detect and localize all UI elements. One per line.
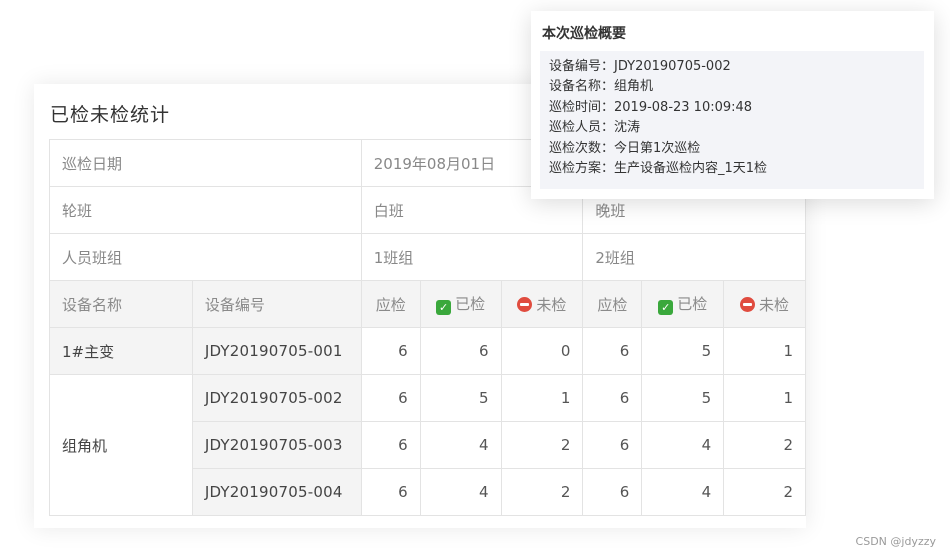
night-done-value: 4 [641, 421, 725, 469]
day-pending-value: 2 [500, 468, 584, 516]
red-minus-icon [517, 296, 533, 312]
device-code: JDY20190705-002 [191, 374, 362, 422]
night-due-value: 6 [582, 374, 643, 422]
inspection-summary-tooltip: 本次巡检概要 设备编号：JDY20190705-002 设备名称：组角机 巡检时… [531, 11, 934, 199]
group-label: 人员班组 [49, 233, 362, 281]
tooltip-inspection-plan: 巡检方案：生产设备巡检内容_1天1检 [549, 161, 768, 177]
day-done-value: 6 [419, 327, 502, 375]
day-pending-value: 1 [500, 374, 584, 422]
day-due-value: 6 [360, 374, 421, 422]
day-pending-value: 0 [500, 327, 584, 375]
card-title: 已检未检统计 [50, 104, 171, 126]
watermark: CSDN @jdyzzy [855, 535, 936, 548]
night-due-value: 6 [582, 468, 643, 516]
date-label: 巡检日期 [49, 139, 362, 187]
night-done-value: 5 [641, 327, 725, 375]
tooltip-inspector: 巡检人员：沈涛 [549, 120, 641, 136]
col-night-due: 应检 [582, 280, 643, 328]
col-night-done: ✓ 已检 [641, 280, 725, 328]
tooltip-device-name: 设备名称：组角机 [549, 79, 654, 95]
night-done-value: 4 [641, 468, 725, 516]
column-header-row: 设备名称 设备编号 应检 ✓ 已检 未检 应检 ✓ 已检 未检 [49, 280, 806, 328]
col-day-pending: 未检 [500, 280, 584, 328]
table-row[interactable]: 组角机 JDY20190705-002 6 5 1 6 5 1 [49, 374, 806, 516]
green-check-icon: ✓ [658, 300, 674, 315]
col-device-name: 设备名称 [49, 280, 193, 328]
col-day-due: 应检 [360, 280, 421, 328]
table-row[interactable]: 1#主变 JDY20190705-001 6 6 0 6 5 1 [49, 327, 806, 375]
device-name: 组角机 [49, 374, 193, 516]
col-day-done: ✓ 已检 [419, 280, 502, 328]
col-device-code: 设备编号 [191, 280, 362, 328]
tooltip-device-code: 设备编号：JDY20190705-002 [549, 59, 731, 74]
day-pending-value: 2 [500, 421, 584, 469]
group-row: 人员班组 1班组 2班组 [49, 233, 806, 281]
red-minus-icon [740, 296, 756, 312]
day-due-value: 6 [360, 421, 421, 469]
col-night-pending: 未检 [723, 280, 806, 328]
night-due-value: 6 [582, 421, 643, 469]
night-due-value: 6 [582, 327, 643, 375]
night-pending-value: 1 [723, 327, 806, 375]
tooltip-title: 本次巡检概要 [542, 26, 626, 42]
night-pending-value: 1 [723, 374, 806, 422]
device-code: JDY20190705-003 [191, 421, 362, 469]
day-done-value: 4 [419, 421, 502, 469]
day-done-value: 4 [419, 468, 502, 516]
night-pending-value: 2 [723, 468, 806, 516]
green-check-icon: ✓ [436, 300, 452, 315]
day-due-value: 6 [360, 468, 421, 516]
night-pending-value: 2 [723, 421, 806, 469]
device-name: 1#主变 [49, 327, 193, 375]
group-day: 1班组 [360, 233, 584, 281]
day-done-value: 5 [419, 374, 502, 422]
group-night: 2班组 [582, 233, 806, 281]
tooltip-body: 设备编号：JDY20190705-002 设备名称：组角机 巡检时间：2019-… [540, 51, 924, 189]
day-due-value: 6 [360, 327, 421, 375]
tooltip-inspection-time: 巡检时间：2019-08-23 10:09:48 [549, 99, 753, 115]
night-done-value: 5 [641, 374, 725, 422]
tooltip-inspection-count: 巡检次数：今日第1次巡检 [549, 140, 701, 156]
shift-label: 轮班 [49, 186, 362, 234]
device-code: JDY20190705-001 [191, 327, 362, 375]
device-code: JDY20190705-004 [191, 468, 362, 516]
